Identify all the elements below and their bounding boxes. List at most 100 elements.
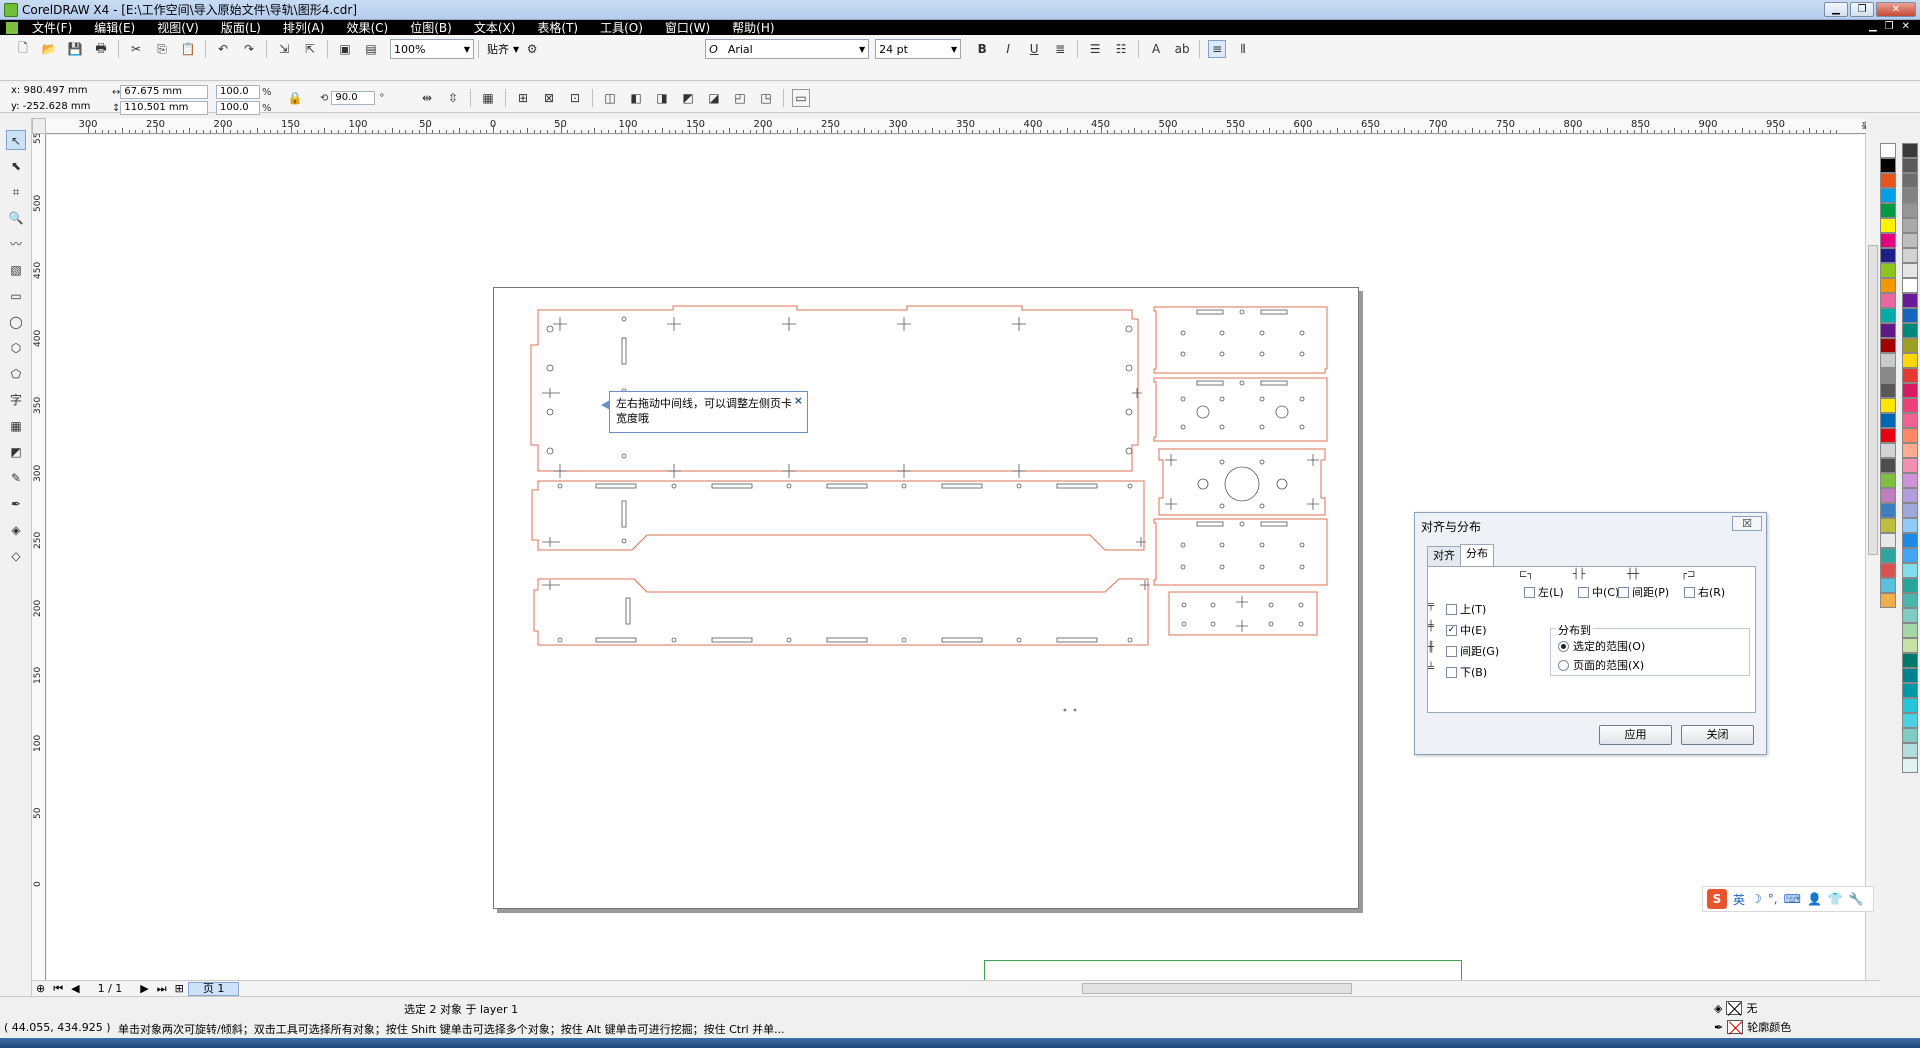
- document-icon[interactable]: [6, 21, 18, 34]
- y-position-field[interactable]: y: -252.628 mm: [8, 101, 108, 115]
- chevron-down-icon[interactable]: ▼: [513, 45, 519, 54]
- ungroup-icon[interactable]: ⊠: [540, 89, 558, 107]
- radio[interactable]: [1558, 640, 1569, 652]
- skin-icon[interactable]: 👕: [1828, 892, 1843, 906]
- doc-minimize-button[interactable]: ▁: [1869, 21, 1877, 32]
- zoom-combo[interactable]: 100% ▼: [390, 39, 474, 59]
- next-page-icon[interactable]: ▶: [140, 982, 148, 995]
- ruler-origin[interactable]: [32, 118, 46, 134]
- color-swatch[interactable]: [1880, 293, 1896, 308]
- color-swatch[interactable]: [1880, 368, 1896, 383]
- weld-icon[interactable]: ◧: [627, 89, 645, 107]
- menu-help[interactable]: 帮助(H): [732, 19, 774, 36]
- color-swatch[interactable]: [1902, 623, 1918, 638]
- color-swatch[interactable]: [1902, 413, 1918, 428]
- shape-tool-icon[interactable]: ⬉: [6, 156, 26, 176]
- color-swatch[interactable]: [1880, 188, 1896, 203]
- scale-width-field[interactable]: 100.0: [216, 85, 260, 99]
- distribute-bottom-option[interactable]: 下(B): [1446, 664, 1487, 680]
- color-swatch[interactable]: [1902, 713, 1918, 728]
- color-swatch[interactable]: [1902, 593, 1918, 608]
- color-swatch[interactable]: [1902, 143, 1918, 158]
- bullet-list-icon[interactable]: ☰: [1086, 40, 1104, 58]
- pick-tool-icon[interactable]: ↖: [6, 130, 26, 150]
- color-swatch[interactable]: [1902, 533, 1918, 548]
- color-swatch[interactable]: [1902, 173, 1918, 188]
- height-field[interactable]: 110.501 mm: [120, 101, 209, 115]
- menu-edit[interactable]: 编辑(E): [94, 19, 135, 36]
- distribute-right-option[interactable]: 右(R): [1684, 584, 1725, 600]
- vertical-scrollbar[interactable]: [1865, 135, 1880, 980]
- menu-layout[interactable]: 版面(L): [221, 19, 261, 36]
- distribute-spacing-h-option[interactable]: 间距(P): [1618, 584, 1669, 600]
- color-swatch[interactable]: [1902, 473, 1918, 488]
- redo-icon[interactable]: ↷: [240, 40, 258, 58]
- rotation-angle-field[interactable]: 90.0: [331, 91, 376, 105]
- color-swatch[interactable]: [1902, 428, 1918, 443]
- bold-icon[interactable]: B: [973, 40, 991, 58]
- green-frame-object[interactable]: [984, 960, 1462, 980]
- distribute-left-option[interactable]: 左(L): [1524, 584, 1564, 600]
- fill-status[interactable]: ◈ 无: [1714, 1000, 1757, 1016]
- checkbox[interactable]: [1524, 586, 1535, 598]
- color-swatch[interactable]: [1880, 158, 1896, 173]
- color-swatch[interactable]: [1902, 188, 1918, 203]
- moon-icon[interactable]: ☽: [1751, 892, 1762, 906]
- create-boundary-icon[interactable]: ▭: [792, 89, 810, 107]
- color-swatch[interactable]: [1880, 173, 1896, 188]
- first-page-icon[interactable]: ⏮: [53, 982, 63, 996]
- new-document-icon[interactable]: 🗋: [14, 40, 32, 58]
- save-icon[interactable]: 💾: [66, 40, 84, 58]
- keyboard-icon[interactable]: ⌨: [1784, 892, 1801, 906]
- tooltip-close-icon[interactable]: ×: [794, 393, 803, 408]
- previous-page-icon[interactable]: ◀: [71, 982, 79, 995]
- color-swatch[interactable]: [1902, 293, 1918, 308]
- paste-icon[interactable]: 📋: [179, 40, 197, 58]
- color-swatch[interactable]: [1880, 338, 1896, 353]
- align-distribute-icon[interactable]: ▦: [479, 89, 497, 107]
- rectangle-tool-icon[interactable]: ▭: [6, 286, 26, 306]
- intersect-icon[interactable]: ◩: [679, 89, 697, 107]
- tab-align[interactable]: 对齐: [1427, 546, 1461, 566]
- simplify-icon[interactable]: ◪: [705, 89, 723, 107]
- last-page-icon[interactable]: ⏭: [157, 982, 167, 996]
- copy-icon[interactable]: ⎘: [153, 40, 171, 58]
- freehand-tool-icon[interactable]: 〰: [6, 234, 26, 254]
- distribute-to-selection-radio[interactable]: 选定的范围(O): [1558, 638, 1645, 654]
- color-swatch[interactable]: [1880, 353, 1896, 368]
- color-swatch[interactable]: [1902, 398, 1918, 413]
- character-formatting-icon[interactable]: A: [1147, 40, 1165, 58]
- group-icon[interactable]: ⊞: [514, 89, 532, 107]
- text-align-icon[interactable]: ≣: [1051, 40, 1069, 58]
- table-tool-icon[interactable]: ▦: [6, 416, 26, 436]
- minimize-button[interactable]: ▁: [1824, 2, 1848, 17]
- color-swatch[interactable]: [1902, 518, 1918, 533]
- color-swatch[interactable]: [1902, 698, 1918, 713]
- color-swatch[interactable]: [1902, 743, 1918, 758]
- ellipse-tool-icon[interactable]: ◯: [6, 312, 26, 332]
- color-swatch[interactable]: [1880, 473, 1896, 488]
- color-swatch[interactable]: [1880, 503, 1896, 518]
- checkbox[interactable]: [1578, 586, 1589, 598]
- menu-tools[interactable]: 工具(O): [600, 19, 643, 36]
- crop-tool-icon[interactable]: ⌗: [6, 182, 26, 202]
- color-swatch[interactable]: [1880, 383, 1896, 398]
- vertical-ruler[interactable]: 550 500 450 400 350 300 250 200 150 100 50 0: [32, 134, 46, 984]
- distribute-to-page-radio[interactable]: 页面的范围(X): [1558, 657, 1644, 673]
- italic-icon[interactable]: I: [999, 40, 1017, 58]
- page-tab-1[interactable]: 页 1: [187, 981, 240, 996]
- settings-wrench-icon[interactable]: 🔧: [1849, 892, 1864, 906]
- checkbox[interactable]: [1618, 586, 1629, 598]
- checkbox[interactable]: [1446, 645, 1457, 657]
- color-swatch[interactable]: [1902, 488, 1918, 503]
- color-swatch[interactable]: [1902, 668, 1918, 683]
- snap-to-label[interactable]: 贴齐: [487, 41, 509, 57]
- color-swatch[interactable]: [1880, 593, 1896, 608]
- color-swatch[interactable]: [1902, 683, 1918, 698]
- interactive-fill-tool-icon[interactable]: ◇: [6, 546, 26, 566]
- color-swatch[interactable]: [1880, 203, 1896, 218]
- color-swatch[interactable]: [1902, 263, 1918, 278]
- color-swatch[interactable]: [1902, 368, 1918, 383]
- drop-cap-icon[interactable]: ☷: [1112, 40, 1130, 58]
- eyedropper-tool-icon[interactable]: ✎: [6, 468, 26, 488]
